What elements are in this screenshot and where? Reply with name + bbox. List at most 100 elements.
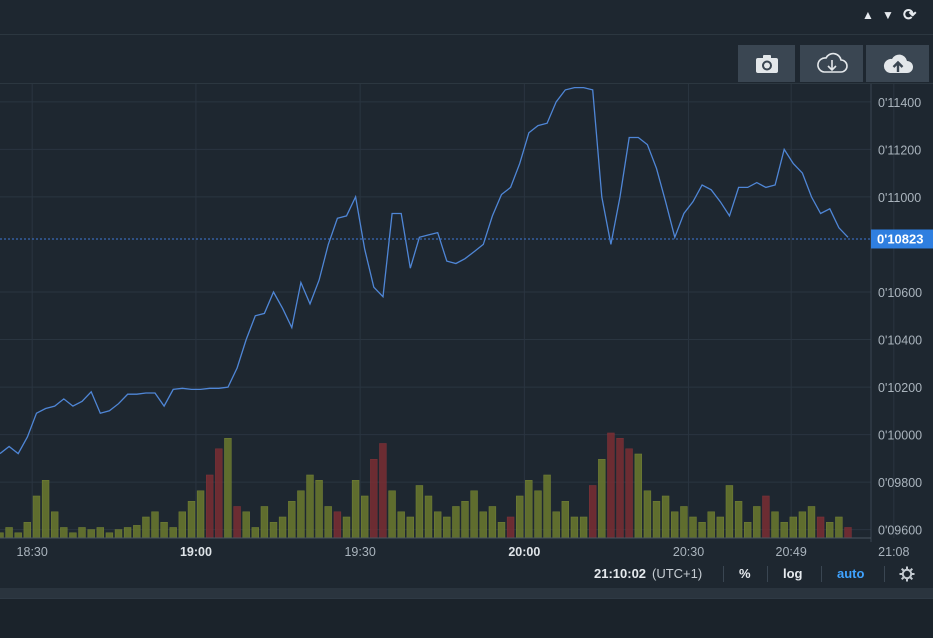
volume-bar: [133, 525, 141, 539]
volume-bar: [771, 511, 779, 539]
refresh-icon[interactable]: ⟳: [903, 5, 916, 25]
volume-bar: [14, 532, 22, 539]
volume-bar: [23, 521, 31, 539]
volume-bar: [652, 500, 661, 539]
volume-bar: [825, 521, 834, 539]
volume-bar: [87, 529, 95, 539]
clock-time: 21:10:02: [594, 566, 647, 581]
price-chart[interactable]: 0'11400 0'11200 0'11000 0'10600 0'10400 0'102…: [0, 84, 933, 560]
current-price-label: 0'10823: [877, 231, 923, 246]
volume-bar: [443, 516, 451, 539]
volume-bar: [716, 516, 725, 539]
x-tick-label: 20:00: [508, 545, 540, 559]
collapse-up-icon[interactable]: ▲: [862, 8, 874, 22]
volume-bar: [552, 511, 560, 539]
volume-bar: [242, 511, 250, 539]
volume-bar: [315, 479, 323, 539]
download-button[interactable]: [800, 45, 863, 82]
volume-bar: [625, 448, 633, 539]
volume-bar: [224, 437, 232, 539]
volume-bar: [598, 458, 606, 539]
volume-bar: [388, 490, 396, 539]
volume-bar: [534, 490, 542, 539]
volume-bar: [0, 532, 4, 539]
volume-bar: [515, 495, 524, 539]
bottom-panel: [0, 598, 933, 638]
volume-bar: [178, 511, 186, 539]
volume-bar: [206, 474, 214, 539]
x-tick-label: 19:30: [344, 545, 375, 559]
volume-bar: [689, 516, 697, 539]
upload-button[interactable]: [866, 45, 929, 82]
volume-bar: [251, 527, 259, 539]
volume-bar: [452, 506, 460, 539]
volume-bar: [734, 500, 743, 539]
volume-bar: [698, 521, 706, 539]
screenshot-button[interactable]: [738, 45, 795, 82]
cloud-upload-icon: [883, 54, 913, 73]
volume-bar: [844, 527, 852, 539]
volume-bar: [461, 500, 469, 539]
expand-down-icon[interactable]: ▼: [882, 8, 894, 22]
volume-bar: [41, 479, 50, 539]
volume-bar: [680, 506, 688, 539]
volume-bar: [780, 521, 788, 539]
camera-icon: [755, 54, 778, 73]
volume-bar: [123, 527, 132, 539]
y-tick-label: 0'09800: [878, 476, 922, 490]
percent-scale-button[interactable]: %: [739, 566, 751, 581]
volume-bar: [370, 458, 378, 539]
volume-bar: [488, 506, 497, 539]
y-tick-label: 0'11200: [878, 143, 921, 157]
y-tick-label: 0'10600: [878, 286, 922, 300]
volume-bar: [278, 516, 287, 539]
volume-bar: [60, 527, 68, 539]
log-scale-button[interactable]: log: [783, 566, 803, 581]
volume-bar: [324, 506, 332, 539]
y-tick-label: 0'10400: [878, 334, 922, 348]
x-tick-label: 20:49: [776, 545, 807, 559]
volume-bar: [479, 511, 487, 539]
settings-gear-icon[interactable]: [899, 566, 915, 582]
volume-bar: [333, 511, 342, 539]
y-axis: 0'11400 0'11200 0'11000 0'10600 0'10400 0'102…: [878, 96, 922, 538]
volume-bar: [5, 527, 13, 539]
volume-bar: [114, 529, 123, 539]
x-tick-label: 21:08: [878, 545, 909, 559]
volume-bar: [169, 527, 177, 539]
volume-bar: [433, 511, 442, 539]
volume-bar: [96, 527, 105, 539]
volume-bar: [69, 532, 77, 539]
volume-bar: [762, 495, 770, 539]
volume-bar: [424, 495, 433, 539]
volume-bar: [379, 443, 387, 539]
volume-bar: [789, 516, 798, 539]
volume-bar: [32, 495, 41, 539]
volume-bar: [643, 490, 652, 539]
volume-bar: [670, 511, 679, 539]
volume-bar: [260, 506, 269, 539]
volume-bar: [616, 437, 624, 539]
volume-bar: [816, 516, 825, 539]
volume-bar: [470, 490, 478, 539]
volume-bar: [497, 521, 506, 539]
volume-bar: [78, 527, 86, 539]
volume-bar: [196, 490, 205, 539]
volume-bar: [661, 495, 670, 539]
volume-bar: [187, 500, 196, 539]
volume-bar: [634, 453, 643, 539]
volume-bar: [743, 521, 752, 539]
volume-bar: [798, 511, 807, 539]
y-tick-label: 0'11400: [878, 96, 921, 110]
x-tick-label: 20:30: [673, 545, 704, 559]
volume-bar: [397, 511, 405, 539]
auto-scale-button[interactable]: auto: [837, 566, 864, 581]
volume-bar: [306, 474, 314, 539]
volume-bar: [105, 532, 114, 539]
volume-bar: [142, 516, 150, 539]
chart-toolbar: [0, 35, 933, 84]
y-tick-label: 0'09600: [878, 524, 922, 538]
volume-bars: [0, 432, 852, 539]
volume-bar: [50, 511, 59, 539]
volume-bar: [288, 500, 296, 539]
